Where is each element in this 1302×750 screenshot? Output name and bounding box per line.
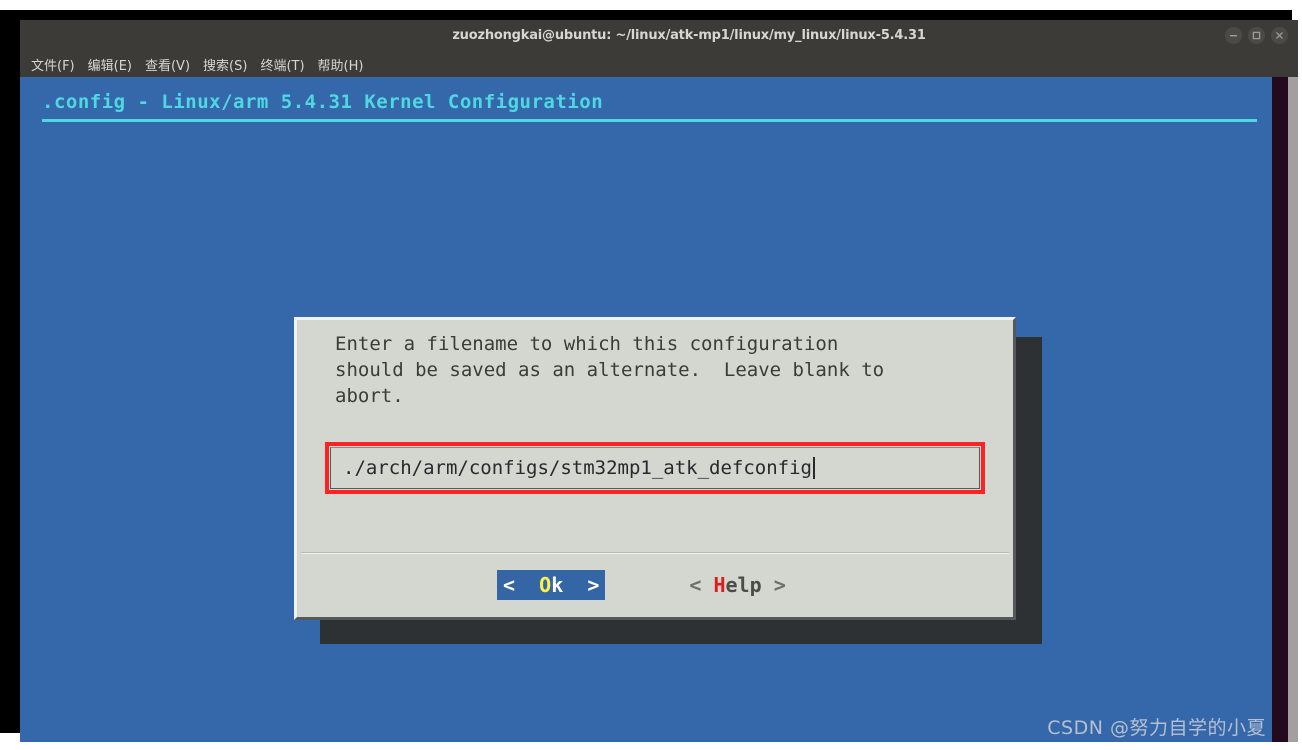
ok-open-bracket: < [503, 573, 516, 597]
dialog-prompt-line-2: should be saved as an alternate. Leave b… [335, 359, 885, 381]
minimize-button[interactable] [1225, 27, 1242, 44]
filename-input[interactable]: ./arch/arm/configs/stm32mp1_atk_defconfi… [330, 447, 980, 489]
save-config-dialog: Enter a filename to which this configura… [294, 317, 1016, 620]
terminal-window: zuozhongkai@ubuntu: ~/linux/atk-mp1/linu… [0, 10, 1298, 742]
ok-button[interactable]: < Ok > [497, 570, 606, 600]
help-open-bracket: < [689, 573, 702, 597]
menu-item-view[interactable]: 查看(V) [145, 55, 190, 74]
menu-item-search[interactable]: 搜索(S) [203, 55, 247, 74]
terminal-scrollbar[interactable] [1288, 77, 1298, 742]
menu-item-file[interactable]: 文件(F) [31, 55, 75, 74]
help-close-bracket: > [773, 573, 786, 597]
watermark: CSDN @努力自学的小夏 [1047, 717, 1266, 739]
close-button[interactable] [1271, 27, 1288, 44]
menu-bar: 文件(F) 编辑(E) 查看(V) 搜索(S) 终端(T) 帮助(H) [20, 51, 1298, 77]
menuconfig-header-title: .config - Linux/arm 5.4.31 Kernel Config… [42, 91, 604, 113]
menu-item-edit[interactable]: 编辑(E) [88, 55, 132, 74]
menuconfig-header-rule [42, 119, 1257, 122]
dialog-button-row: < Ok > < Help > [297, 568, 1013, 602]
window-controls [1225, 20, 1288, 51]
menu-item-help[interactable]: 帮助(H) [318, 55, 364, 74]
help-button[interactable]: < Help > [683, 570, 791, 600]
dialog-prompt-line-3: abort. [335, 385, 404, 407]
filename-input-value: ./arch/arm/configs/stm32mp1_atk_defconfi… [343, 457, 812, 479]
help-label-rest: elp [725, 573, 762, 597]
maximize-icon [1252, 31, 1261, 40]
dialog-prompt-text: Enter a filename to which this configura… [335, 331, 975, 409]
terminal-content: .config - Linux/arm 5.4.31 Kernel Config… [20, 77, 1272, 742]
close-icon [1276, 32, 1283, 39]
window-title: zuozhongkai@ubuntu: ~/linux/atk-mp1/linu… [452, 28, 926, 43]
minimize-icon [1230, 35, 1237, 37]
menu-item-terminal[interactable]: 终端(T) [260, 55, 304, 74]
dialog-separator [301, 552, 1009, 554]
dialog-prompt-line-1: Enter a filename to which this configura… [335, 333, 839, 355]
maximize-button[interactable] [1248, 27, 1265, 44]
scroll-gutter [1272, 77, 1288, 742]
ok-hotkey: O [539, 573, 552, 597]
text-cursor [813, 457, 815, 479]
ok-close-bracket: > [587, 573, 600, 597]
ok-label-rest: k [551, 573, 564, 597]
menuconfig-header: .config - Linux/arm 5.4.31 Kernel Config… [42, 91, 1257, 122]
title-bar: zuozhongkai@ubuntu: ~/linux/atk-mp1/linu… [20, 20, 1298, 51]
filename-input-wrapper[interactable]: ./arch/arm/configs/stm32mp1_atk_defconfi… [325, 442, 985, 494]
help-hotkey: H [713, 573, 726, 597]
